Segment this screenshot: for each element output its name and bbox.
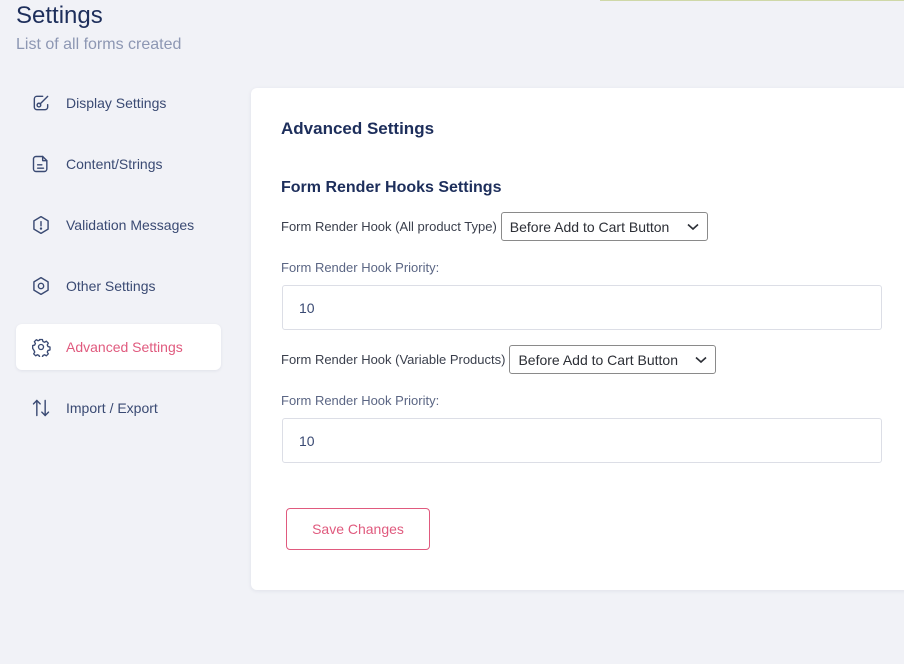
page-header: Settings List of all forms created bbox=[16, 2, 181, 54]
page-subtitle: List of all forms created bbox=[16, 36, 182, 53]
hook-all-selected-value: Before Add to Cart Button bbox=[509, 218, 670, 235]
priority-variable-input[interactable]: 10 bbox=[282, 418, 882, 463]
sidebar-item-import-export[interactable]: Import / Export bbox=[16, 385, 221, 431]
sidebar-item-label: Other Settings bbox=[66, 278, 156, 294]
hook-variable-row: Form Render Hook (Variable Products) Bef… bbox=[281, 345, 717, 374]
settings-sidebar: Display Settings Content/Strings Validat… bbox=[16, 80, 221, 446]
settings-icon bbox=[30, 275, 52, 297]
sidebar-item-other-settings[interactable]: Other Settings bbox=[16, 263, 221, 309]
sidebar-item-label: Content/Strings bbox=[66, 156, 163, 172]
hook-variable-selected-value: Before Add to Cart Button bbox=[518, 351, 678, 368]
sidebar-item-label: Import / Export bbox=[66, 400, 158, 416]
hook-all-select[interactable]: Before Add to Cart Button bbox=[500, 212, 708, 241]
sidebar-item-content-strings[interactable]: Content/Strings bbox=[16, 141, 221, 187]
save-changes-button[interactable]: Save Changes bbox=[286, 508, 430, 550]
sidebar-item-advanced-settings[interactable]: Advanced Settings bbox=[16, 324, 221, 370]
sidebar-item-label: Advanced Settings bbox=[66, 339, 183, 355]
sidebar-item-display-settings[interactable]: Display Settings bbox=[16, 80, 221, 126]
brush-icon bbox=[30, 92, 52, 114]
top-divider bbox=[600, 0, 904, 1]
gear-icon bbox=[30, 336, 52, 358]
priority-variable-value: 10 bbox=[299, 432, 315, 449]
sidebar-item-validation-messages[interactable]: Validation Messages bbox=[16, 202, 221, 248]
priority-variable-label: Form Render Hook Priority: bbox=[281, 393, 440, 408]
page-title: Settings bbox=[16, 2, 103, 29]
sidebar-item-label: Validation Messages bbox=[66, 217, 195, 233]
sidebar-item-label: Display Settings bbox=[66, 95, 167, 111]
arrows-up-down-icon bbox=[30, 397, 52, 419]
priority-all-input[interactable]: 10 bbox=[282, 285, 882, 330]
advanced-settings-panel: Advanced Settings Form Render Hooks Sett… bbox=[251, 88, 904, 590]
priority-all-value: 10 bbox=[299, 299, 315, 316]
chevron-down-icon bbox=[687, 223, 699, 231]
document-icon bbox=[30, 153, 52, 175]
hook-all-row: Form Render Hook (All product Type) Befo… bbox=[281, 212, 708, 241]
section-title: Form Render Hooks Settings bbox=[281, 179, 502, 196]
alert-icon bbox=[30, 214, 52, 236]
chevron-down-icon bbox=[695, 356, 707, 364]
panel-title: Advanced Settings bbox=[281, 119, 435, 138]
hook-variable-label: Form Render Hook (Variable Products) bbox=[281, 352, 506, 367]
hook-variable-select[interactable]: Before Add to Cart Button bbox=[509, 345, 717, 374]
priority-all-label: Form Render Hook Priority: bbox=[281, 260, 440, 275]
hook-all-label: Form Render Hook (All product Type) bbox=[281, 219, 497, 234]
